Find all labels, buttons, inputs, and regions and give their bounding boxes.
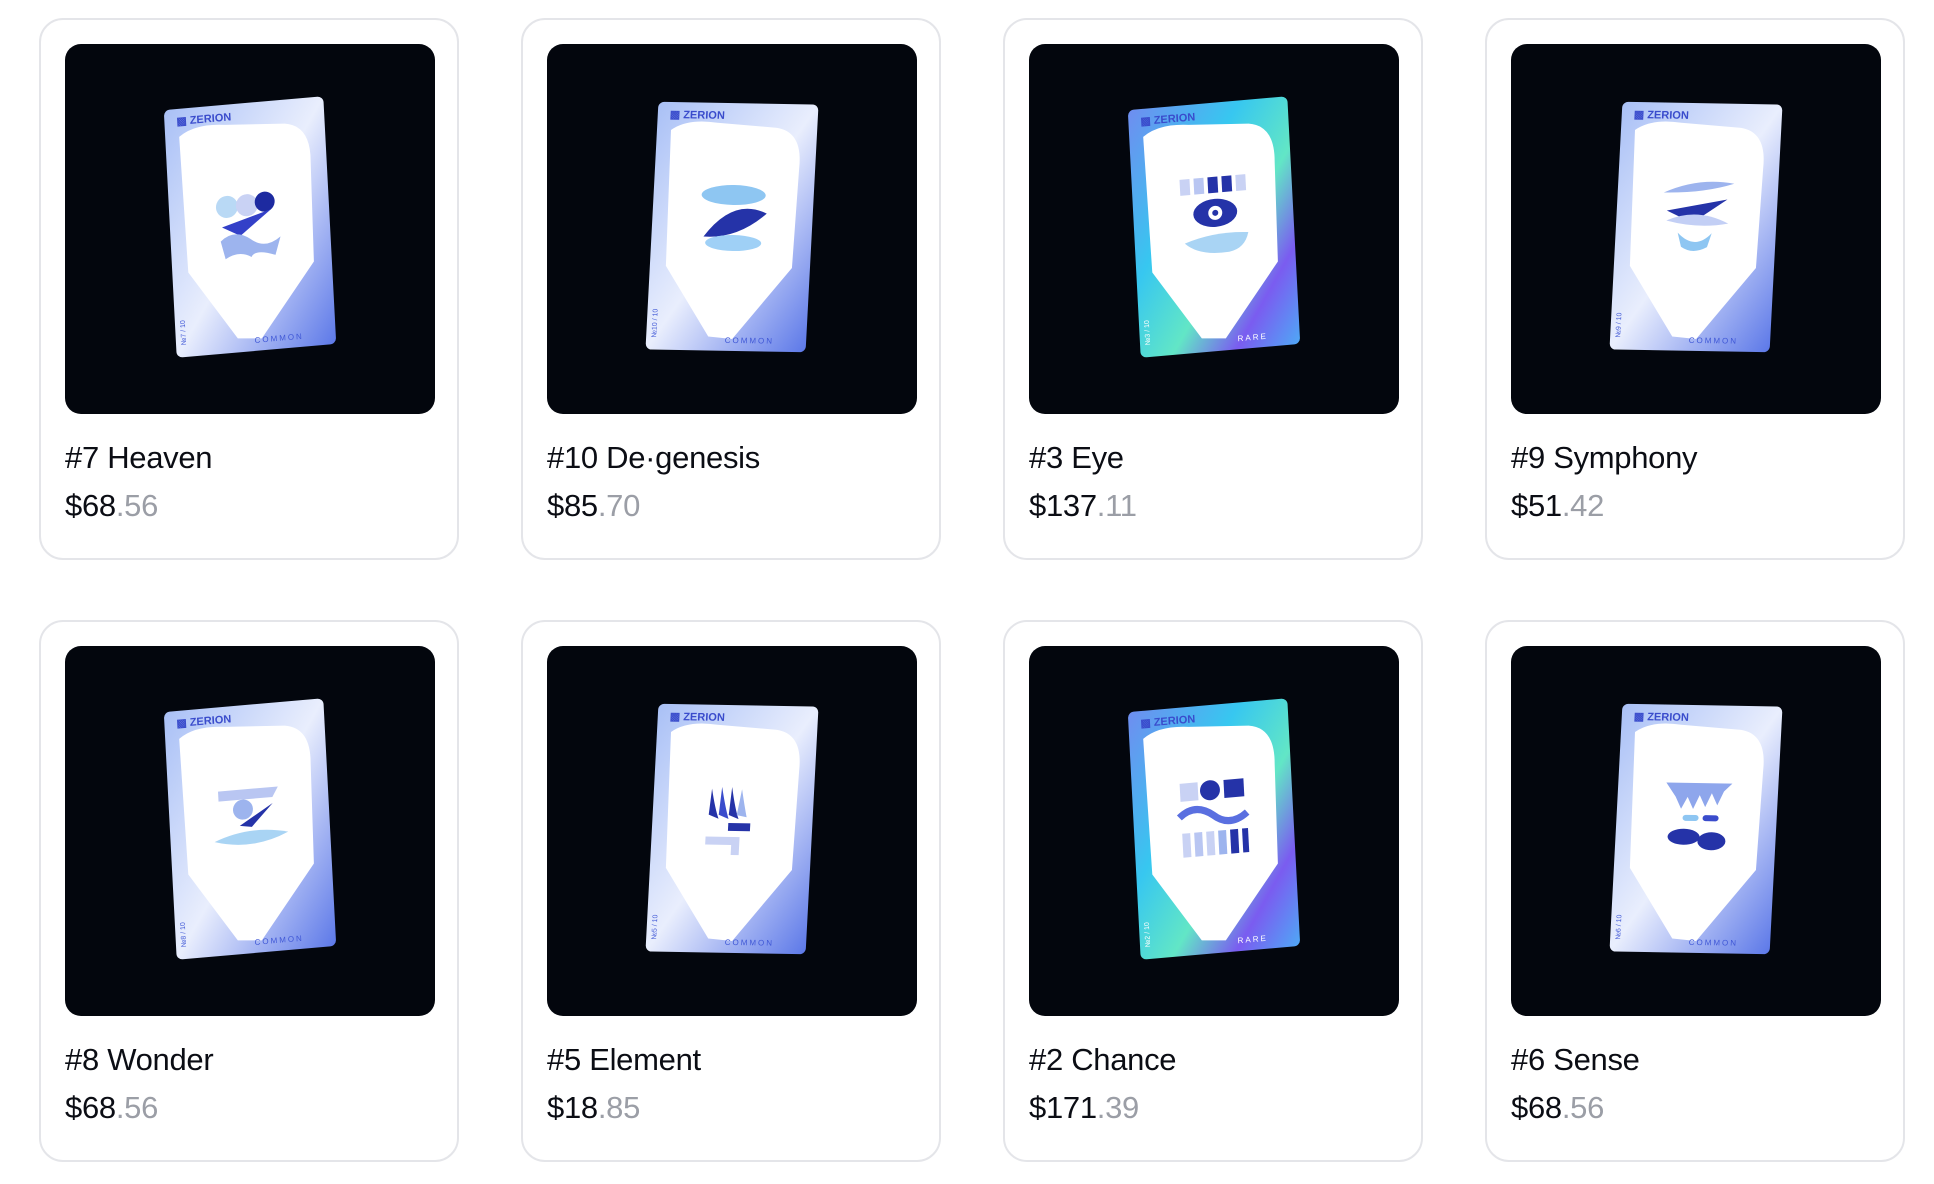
nft-artwork: ▩ ZERION COMMON №6 / 10	[1511, 646, 1881, 1016]
sense-card-art-icon: ▩ ZERION COMMON №6 / 10	[1609, 703, 1783, 955]
svg-text:▩ ZERION: ▩ ZERION	[1633, 711, 1689, 724]
svg-text:COMMON: COMMON	[724, 336, 774, 346]
price-cents: .39	[1096, 1090, 1140, 1125]
nft-name: #9 Symphony	[1511, 440, 1698, 475]
nft-name: #2 Chance	[1029, 1042, 1177, 1077]
nft-name: #8 Wonder	[65, 1042, 214, 1077]
nft-price: $171.39	[1029, 1090, 1139, 1126]
nft-card[interactable]: ▩ ZERION RARE №2 / 10 #2 Chance $171.39	[1003, 620, 1423, 1162]
price-cents: .56	[115, 1090, 159, 1125]
price-main: $85	[547, 488, 598, 523]
nft-card-art: ▩ ZERION RARE №3 / 10	[1128, 96, 1300, 358]
heaven-card-art-icon: ▩ ZERION COMMON №7 / 10	[164, 96, 336, 358]
svg-text:COMMON: COMMON	[1688, 938, 1738, 948]
price-cents: .42	[1561, 488, 1605, 523]
nft-card[interactable]: ▩ ZERION COMMON №5 / 10 #5 Element $18.8…	[521, 620, 941, 1162]
nft-card[interactable]: ▩ ZERION COMMON №6 / 10 #6 Sense $68.56	[1485, 620, 1905, 1162]
eye-card-art-icon: ▩ ZERION RARE №3 / 10	[1128, 96, 1300, 358]
price-cents: .56	[1561, 1090, 1605, 1125]
nft-price: $68.56	[65, 488, 158, 524]
nft-card[interactable]: ▩ ZERION COMMON №7 / 10 #7 Heaven $68.56	[39, 18, 459, 560]
symphony-card-art-icon: ▩ ZERION COMMON №9 / 10	[1609, 101, 1783, 353]
element-card-art-icon: ▩ ZERION COMMON №5 / 10	[645, 703, 819, 955]
nft-name: #10 De·genesis	[547, 440, 760, 475]
price-cents: .85	[597, 1090, 641, 1125]
wonder-card-art-icon: ▩ ZERION COMMON №8 / 10	[164, 698, 336, 960]
nft-grid: ▩ ZERION COMMON №7 / 10 #7 Heaven $68.56…	[39, 18, 1905, 1162]
chance-card-art-icon: ▩ ZERION RARE №2 / 10	[1128, 698, 1300, 960]
nft-price: $68.56	[65, 1090, 158, 1126]
svg-text:№3 / 10: №3 / 10	[1144, 320, 1152, 346]
nft-card[interactable]: ▩ ZERION COMMON №10 / 10 #10 De·genesis …	[521, 18, 941, 560]
price-main: $171	[1029, 1090, 1097, 1125]
nft-name: #5 Element	[547, 1042, 701, 1077]
price-main: $68	[1511, 1090, 1562, 1125]
nft-artwork: ▩ ZERION COMMON №5 / 10	[547, 646, 917, 1016]
svg-text:№5 / 10: №5 / 10	[651, 914, 659, 939]
nft-card[interactable]: ▩ ZERION COMMON №9 / 10 #9 Symphony $51.…	[1485, 18, 1905, 560]
svg-text:▩ ZERION: ▩ ZERION	[1633, 109, 1689, 122]
price-cents: .56	[115, 488, 159, 523]
price-main: $137	[1029, 488, 1097, 523]
price-main: $51	[1511, 488, 1562, 523]
nft-price: $85.70	[547, 488, 640, 524]
nft-name: #6 Sense	[1511, 1042, 1640, 1077]
nft-price: $18.85	[547, 1090, 640, 1126]
price-main: $68	[65, 1090, 116, 1125]
nft-price: $137.11	[1029, 488, 1137, 524]
nft-artwork: ▩ ZERION COMMON №9 / 10	[1511, 44, 1881, 414]
nft-card-art: ▩ ZERION RARE №2 / 10	[1128, 698, 1300, 960]
price-main: $68	[65, 488, 116, 523]
nft-card-art: ▩ ZERION COMMON №8 / 10	[164, 698, 336, 960]
svg-text:▩ ZERION: ▩ ZERION	[669, 109, 725, 122]
nft-price: $68.56	[1511, 1090, 1604, 1126]
nft-card-art: ▩ ZERION COMMON №9 / 10	[1609, 101, 1783, 353]
nft-artwork: ▩ ZERION RARE №2 / 10	[1029, 646, 1399, 1016]
svg-text:COMMON: COMMON	[724, 938, 774, 948]
svg-text:COMMON: COMMON	[1688, 336, 1738, 346]
nft-price: $51.42	[1511, 488, 1604, 524]
svg-text:▩ ZERION: ▩ ZERION	[669, 711, 725, 724]
nft-artwork: ▩ ZERION COMMON №10 / 10	[547, 44, 917, 414]
price-cents: .11	[1096, 488, 1137, 523]
nft-card-art: ▩ ZERION COMMON №7 / 10	[164, 96, 336, 358]
svg-text:№6 / 10: №6 / 10	[1615, 914, 1623, 939]
degenesis-card-art-icon: ▩ ZERION COMMON №10 / 10	[645, 101, 819, 353]
nft-artwork: ▩ ZERION RARE №3 / 10	[1029, 44, 1399, 414]
nft-card-art: ▩ ZERION COMMON №10 / 10	[645, 101, 819, 353]
nft-artwork: ▩ ZERION COMMON №7 / 10	[65, 44, 435, 414]
svg-text:№2 / 10: №2 / 10	[1144, 922, 1152, 948]
nft-card-art: ▩ ZERION COMMON №6 / 10	[1609, 703, 1783, 955]
nft-artwork: ▩ ZERION COMMON №8 / 10	[65, 646, 435, 1016]
nft-card[interactable]: ▩ ZERION COMMON №8 / 10 #8 Wonder $68.56	[39, 620, 459, 1162]
price-cents: .70	[597, 488, 641, 523]
svg-text:№8 / 10: №8 / 10	[180, 922, 188, 948]
nft-name: #3 Eye	[1029, 440, 1124, 475]
svg-text:№9 / 10: №9 / 10	[1615, 312, 1623, 337]
svg-text:№7 / 10: №7 / 10	[180, 320, 188, 346]
nft-card-art: ▩ ZERION COMMON №5 / 10	[645, 703, 819, 955]
nft-name: #7 Heaven	[65, 440, 213, 475]
nft-card[interactable]: ▩ ZERION RARE №3 / 10 #3 Eye $137.11	[1003, 18, 1423, 560]
price-main: $18	[547, 1090, 598, 1125]
